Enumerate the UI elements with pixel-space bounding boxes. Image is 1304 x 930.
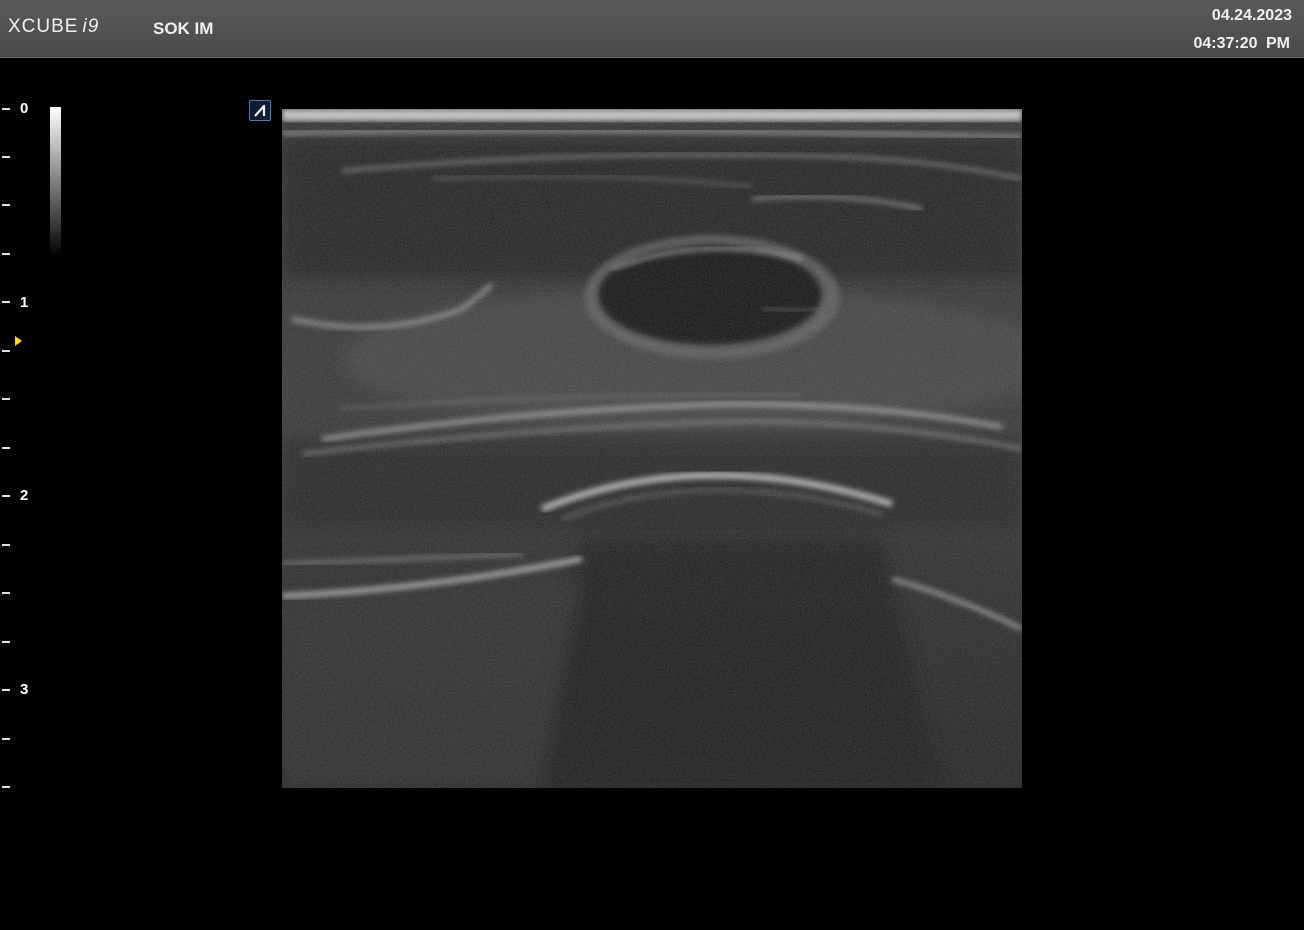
depth-tick (2, 544, 10, 546)
ultrasound-image[interactable] (282, 109, 1022, 788)
depth-tick (2, 738, 10, 740)
grayscale-bar (50, 107, 61, 257)
depth-tick (2, 108, 10, 110)
depth-label-0: 0 (20, 100, 29, 117)
depth-tick (2, 301, 10, 303)
brand-model: i9 (82, 16, 100, 37)
orientation-marker-icon (249, 100, 271, 121)
depth-tick (2, 350, 10, 352)
top-status-bar: XCUBE i9 SOK IM 04.24.2023 04:37:20 PM (0, 0, 1304, 58)
depth-tick (2, 495, 10, 497)
depth-label-1: 1 (20, 294, 29, 311)
depth-tick (2, 689, 10, 691)
depth-tick (2, 447, 10, 449)
depth-label-2: 2 (20, 487, 29, 504)
exam-date: 04.24.2023 (1211, 7, 1292, 24)
depth-tick (2, 398, 10, 400)
depth-scale: 0 1 2 3 (0, 0, 61, 930)
depth-tick (2, 592, 10, 594)
depth-tick (2, 204, 10, 206)
focus-marker-icon[interactable] (15, 336, 22, 346)
application-mode-label: SOK IM (153, 19, 214, 38)
exam-time: 04:37:20 PM (1193, 35, 1291, 52)
depth-tick (2, 253, 10, 255)
depth-tick (2, 156, 10, 158)
depth-tick (2, 641, 10, 643)
depth-tick (2, 786, 10, 788)
depth-label-3: 3 (20, 681, 29, 698)
